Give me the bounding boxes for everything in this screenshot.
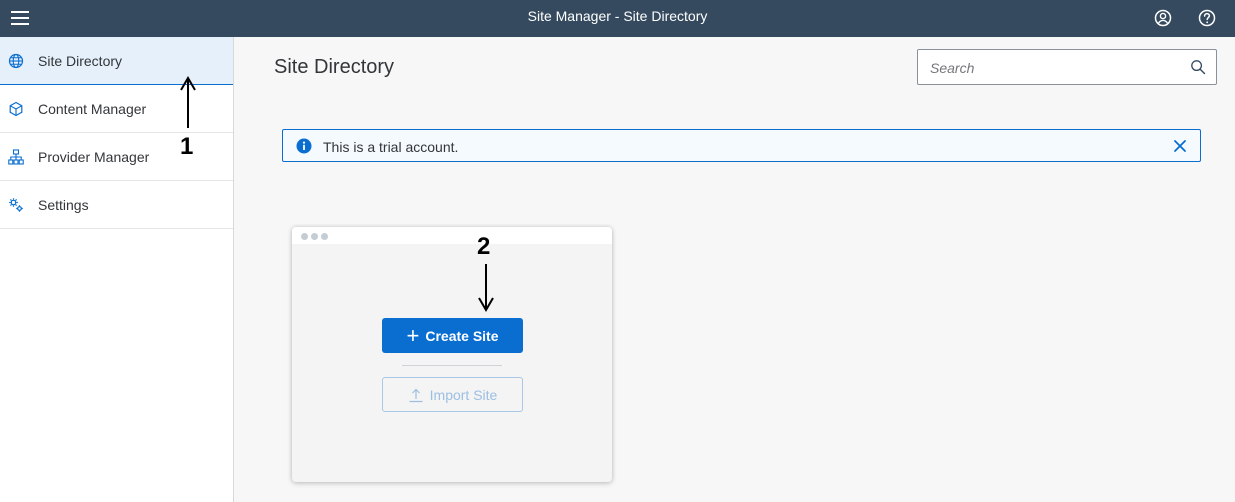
new-site-tile: + Create Site Import Site bbox=[292, 227, 612, 482]
search-icon[interactable] bbox=[1190, 59, 1206, 75]
user-circle-icon[interactable] bbox=[1151, 6, 1175, 30]
shell-title: Site Manager - Site Directory bbox=[527, 8, 708, 24]
annotation-arrow-up-icon bbox=[180, 76, 196, 128]
cube-icon bbox=[8, 101, 24, 117]
globe-icon bbox=[8, 53, 24, 69]
upload-icon bbox=[409, 388, 423, 402]
divider bbox=[402, 365, 502, 366]
plus-icon: + bbox=[406, 322, 420, 348]
sidebar-item-label: Settings bbox=[38, 196, 89, 213]
hierarchy-icon bbox=[8, 148, 24, 165]
annotation-label: 2 bbox=[477, 233, 491, 260]
search-field[interactable] bbox=[917, 49, 1217, 85]
window-dot-icon bbox=[321, 233, 328, 240]
sidebar-item-provider-manager[interactable]: Provider Manager bbox=[0, 133, 233, 181]
create-site-label: Create Site bbox=[425, 327, 499, 344]
annotation-arrow-down-icon bbox=[478, 264, 494, 312]
annotation-label: 1 bbox=[180, 133, 194, 160]
sidebar-item-settings[interactable]: Settings bbox=[0, 181, 233, 229]
import-site-label: Import Site bbox=[429, 386, 498, 403]
close-icon[interactable] bbox=[1172, 138, 1188, 154]
page-title: Site Directory bbox=[274, 56, 395, 78]
sidebar-item-label: Provider Manager bbox=[38, 148, 150, 165]
sidebar-item-label: Content Manager bbox=[38, 100, 147, 117]
gears-icon bbox=[8, 197, 24, 213]
window-dot-icon bbox=[301, 233, 308, 240]
sidebar-item-label: Site Directory bbox=[38, 52, 123, 69]
shell-bar: Site Manager - Site Directory bbox=[0, 0, 1235, 37]
info-message-strip: This is a trial account. bbox=[282, 129, 1201, 162]
search-input[interactable] bbox=[930, 58, 1180, 78]
tile-header bbox=[292, 227, 612, 244]
window-dot-icon bbox=[311, 233, 318, 240]
create-site-button[interactable]: + Create Site bbox=[382, 318, 523, 353]
info-icon bbox=[296, 138, 312, 154]
help-icon[interactable] bbox=[1195, 6, 1219, 30]
message-text: This is a trial account. bbox=[323, 139, 459, 155]
import-site-button[interactable]: Import Site bbox=[382, 377, 523, 412]
